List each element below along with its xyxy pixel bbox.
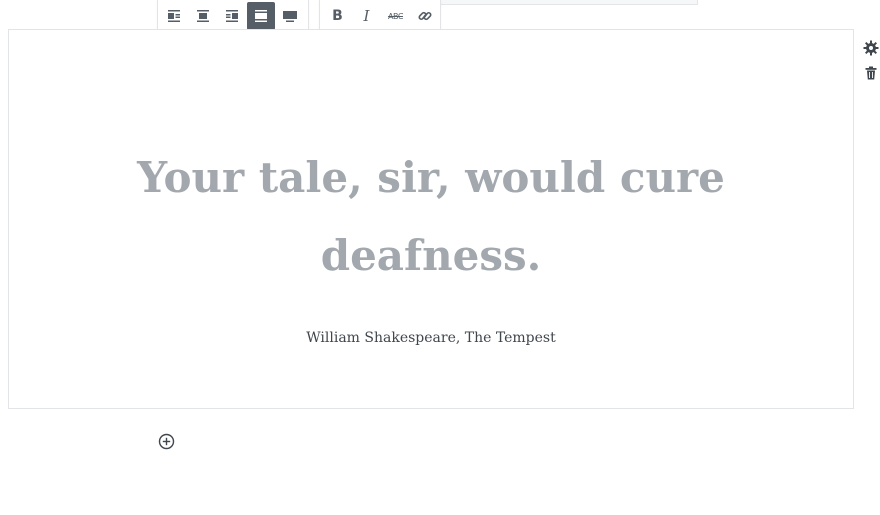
align-right-icon bbox=[226, 10, 238, 22]
align-right-button[interactable] bbox=[218, 2, 246, 30]
align-center-icon bbox=[197, 10, 209, 22]
link-icon bbox=[417, 11, 432, 21]
align-wide-icon bbox=[255, 10, 267, 22]
top-bar-edge bbox=[440, 0, 698, 5]
strikethrough-button[interactable]: ABC bbox=[381, 2, 410, 30]
align-left-button[interactable] bbox=[160, 2, 188, 30]
quote-citation[interactable]: William Shakespeare, The Tempest bbox=[9, 330, 853, 346]
add-block-icon bbox=[158, 433, 174, 449]
align-full-icon bbox=[283, 11, 297, 22]
bold-button[interactable]: B bbox=[323, 2, 352, 30]
trash-icon bbox=[865, 66, 877, 80]
gear-icon bbox=[863, 40, 879, 56]
block-settings-button[interactable] bbox=[862, 39, 880, 57]
delete-block-button[interactable] bbox=[862, 64, 880, 82]
align-full-button[interactable] bbox=[276, 2, 304, 30]
align-left-icon bbox=[168, 10, 180, 22]
align-center-button[interactable] bbox=[189, 2, 217, 30]
link-button[interactable] bbox=[410, 2, 439, 30]
quote-text[interactable]: Your tale, sir, would cure deafness. bbox=[9, 139, 853, 295]
align-wide-button[interactable] bbox=[247, 2, 275, 30]
add-block-button[interactable] bbox=[157, 432, 175, 450]
italic-button[interactable]: I bbox=[352, 2, 381, 30]
pullquote-block[interactable]: Your tale, sir, would cure deafness. Wil… bbox=[8, 29, 854, 409]
